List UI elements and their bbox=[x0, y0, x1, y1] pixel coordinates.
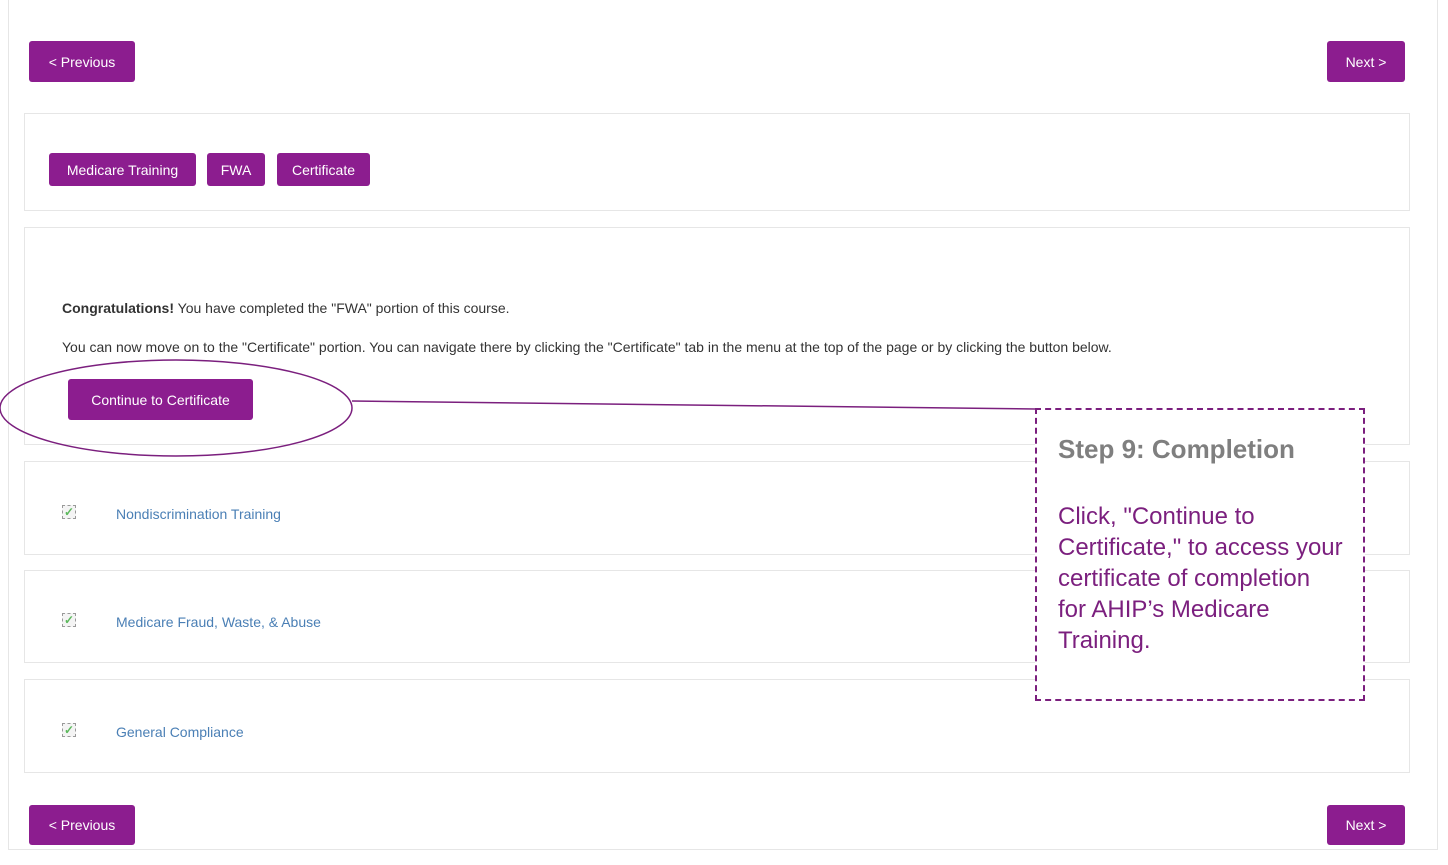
next-button-top[interactable]: Next > bbox=[1327, 41, 1405, 82]
tab-medicare-training[interactable]: Medicare Training bbox=[49, 153, 196, 186]
congratulations-text: Congratulations! bbox=[62, 300, 174, 316]
instruction-callout: Step 9: Completion Click, "Continue to C… bbox=[1035, 408, 1365, 701]
completion-instruction: You can now move on to the "Certificate"… bbox=[62, 339, 1112, 355]
tab-certificate[interactable]: Certificate bbox=[277, 153, 370, 186]
checkbox-checked-icon: ✓ bbox=[62, 613, 76, 627]
module-link-general-compliance[interactable]: General Compliance bbox=[116, 724, 244, 740]
callout-body: Click, "Continue to Certificate," to acc… bbox=[1058, 503, 1343, 654]
completion-message-rest: You have completed the "FWA" portion of … bbox=[174, 300, 510, 316]
previous-button-bottom[interactable]: < Previous bbox=[29, 805, 135, 845]
callout-title: Step 9: Completion bbox=[1058, 434, 1295, 464]
module-link-fraud-waste-abuse[interactable]: Medicare Fraud, Waste, & Abuse bbox=[116, 614, 321, 630]
checkbox-checked-icon: ✓ bbox=[62, 723, 76, 737]
previous-button-top[interactable]: < Previous bbox=[29, 41, 135, 82]
continue-to-certificate-button[interactable]: Continue to Certificate bbox=[68, 379, 253, 420]
next-button-bottom[interactable]: Next > bbox=[1327, 805, 1405, 845]
completion-message: Congratulations! You have completed the … bbox=[62, 300, 510, 316]
checkbox-checked-icon: ✓ bbox=[62, 505, 76, 519]
tab-fwa[interactable]: FWA bbox=[207, 153, 265, 186]
module-link-nondiscrimination[interactable]: Nondiscrimination Training bbox=[116, 506, 281, 522]
